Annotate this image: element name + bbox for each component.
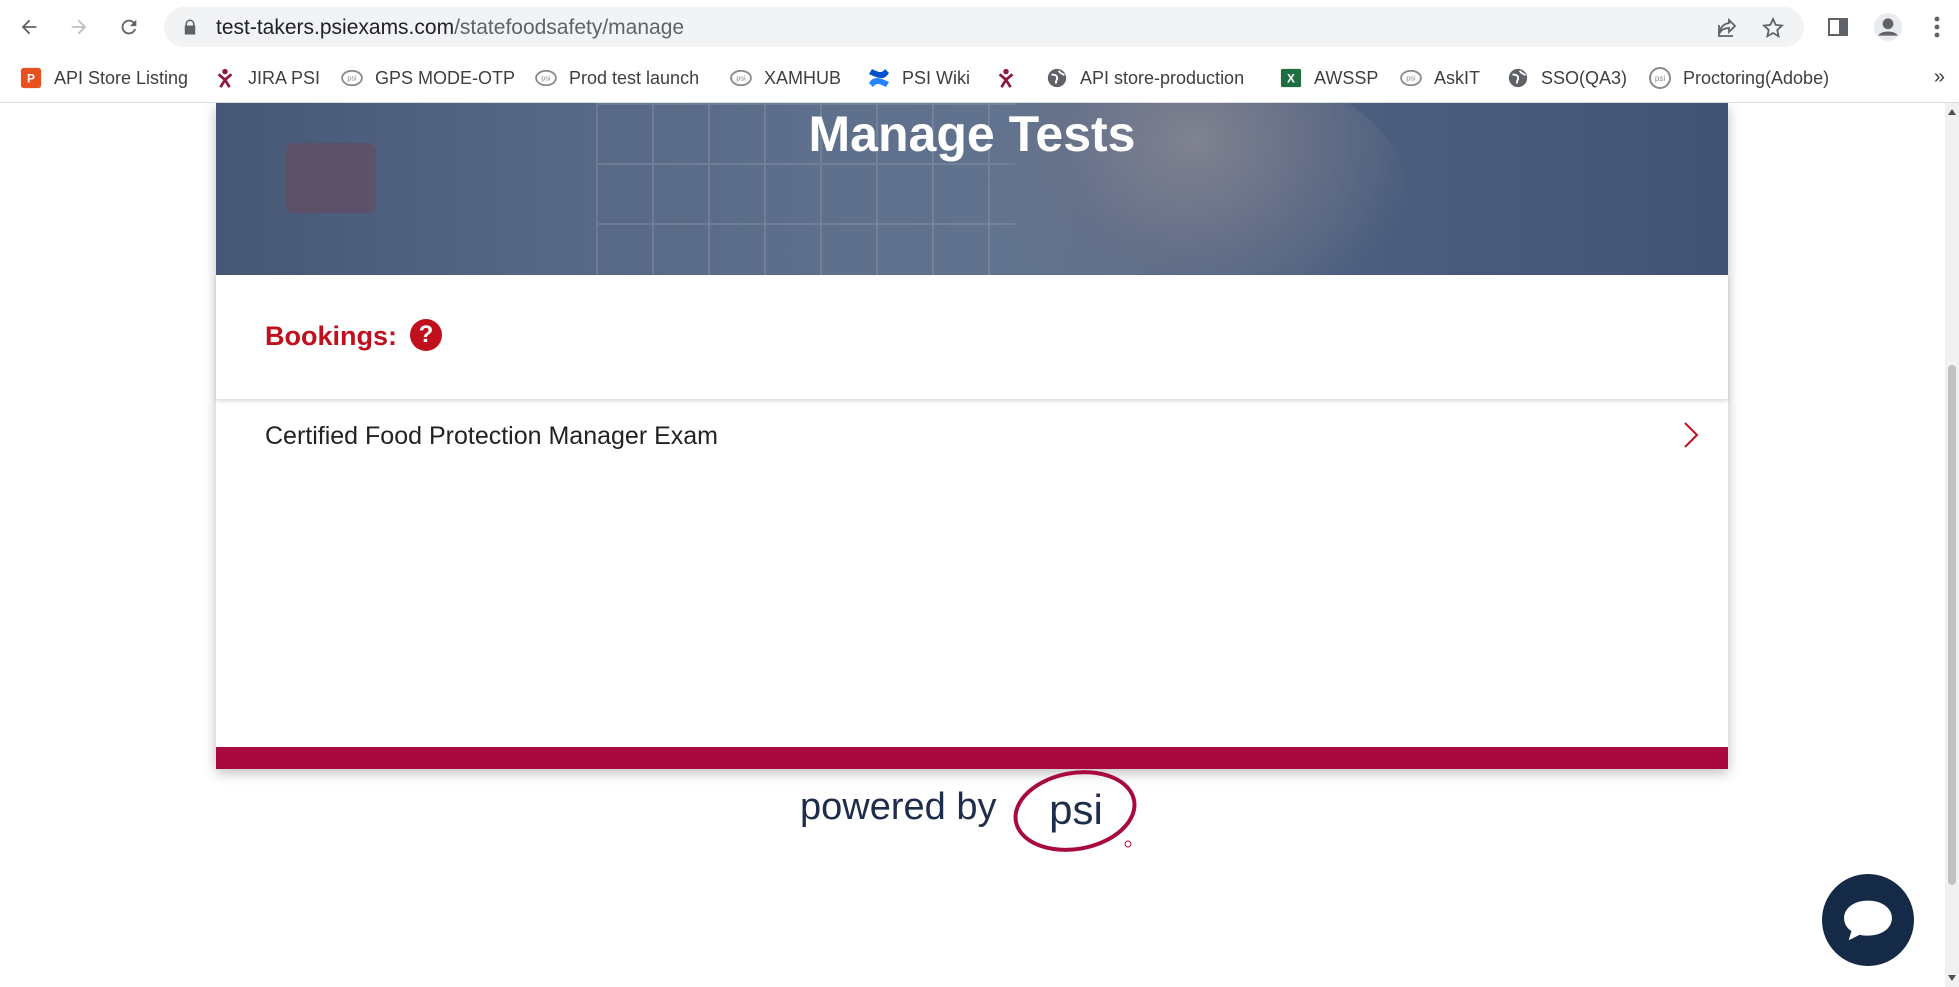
bookmark-label: SSO(QA3) [1541, 67, 1628, 88]
bookmark-label: AWSSP [1314, 67, 1379, 88]
bookings-label: Bookings: [265, 321, 397, 351]
browser-toolbar: test-takers.psiexams.com/statefoodsafety… [0, 0, 1959, 54]
bookmark-psi-wiki[interactable]: PSI Wiki [866, 64, 970, 92]
powered-by-text: powered by [800, 786, 997, 828]
excel-icon: X [1278, 65, 1304, 91]
page-scrollbar[interactable] [1945, 103, 1959, 987]
jira-icon [212, 65, 238, 91]
bookmark-jira-unlabeled[interactable] [993, 64, 1019, 92]
manage-tests-card: Manage Tests Bookings: ? Certified Food … [216, 103, 1728, 769]
globe-icon [1044, 65, 1070, 91]
bookmark-label: AskIT [1434, 67, 1481, 88]
powered-by-psi-logo: powered by psi [800, 762, 1140, 852]
side-panel-icon[interactable] [1823, 12, 1853, 42]
page-title: Manage Tests [808, 106, 1136, 162]
scroll-up-arrow-icon[interactable] [1948, 109, 1956, 115]
scroll-down-arrow-icon[interactable] [1948, 975, 1956, 981]
bookmark-label: PSI Wiki [902, 67, 971, 88]
jira-icon [993, 65, 1019, 91]
bookmark-api-store-listing[interactable]: P API Store Listing [18, 64, 188, 92]
url-host: test-takers.psiexams.com [216, 16, 455, 39]
back-arrow-icon[interactable] [14, 12, 44, 42]
globe-icon [1505, 65, 1531, 91]
bookmark-awssp[interactable]: X AWSSP [1278, 64, 1378, 92]
bookmark-jira-psi[interactable]: JIRA PSI [212, 64, 320, 92]
lock-icon[interactable] [181, 18, 199, 36]
svg-text:psi: psi [541, 74, 551, 83]
confluence-icon [866, 65, 892, 91]
bookmark-askit[interactable]: psi AskIT [1398, 64, 1480, 92]
address-bar[interactable]: test-takers.psiexams.com/statefoodsafety… [164, 7, 1804, 47]
bookmark-gps-mode-otp[interactable]: psi GPS MODE-OTP [339, 64, 515, 92]
bookings-header: Bookings: ? [216, 275, 1728, 399]
psi-logo-icon: psi [1013, 770, 1137, 852]
chevron-right-icon[interactable] [1680, 420, 1702, 450]
bookmark-label: API Store Listing [54, 67, 189, 88]
bookmark-label: XAMHUB [764, 67, 842, 88]
bookmarks-bar: P API Store Listing JIRA PSI psi GPS MOD… [0, 54, 1959, 103]
svg-text:psi: psi [347, 74, 357, 83]
psi-brand-text: psi [1049, 786, 1103, 833]
bookmark-star-icon[interactable] [1761, 16, 1785, 40]
share-icon[interactable] [1715, 16, 1739, 40]
bookmark-label: Proctoring(Adobe) [1683, 67, 1830, 88]
bookmark-prod-test-launch[interactable]: psi Prod test launch [533, 64, 699, 92]
chat-button[interactable] [1822, 874, 1914, 966]
api-store-icon: P [18, 65, 44, 91]
url-path: /statefoodsafety/manage [454, 16, 685, 39]
profile-avatar-icon[interactable] [1873, 12, 1903, 42]
psi-icon: psi [339, 65, 365, 91]
psi-icon: psi [728, 65, 754, 91]
svg-text:P: P [27, 72, 35, 86]
page-viewport: Manage Tests Bookings: ? Certified Food … [0, 103, 1945, 987]
bookmark-label: GPS MODE-OTP [375, 67, 516, 88]
bookmark-label: JIRA PSI [248, 67, 321, 88]
exam-list-item[interactable]: Certified Food Protection Manager Exam [216, 400, 1728, 472]
svg-text:X: X [1287, 72, 1295, 86]
hero-banner: Manage Tests [216, 103, 1728, 275]
svg-text:psi: psi [1655, 74, 1665, 83]
bookmark-xamhub[interactable]: psi XAMHUB [728, 64, 841, 92]
bookmark-sso-qa3[interactable]: SSO(QA3) [1505, 64, 1627, 92]
svg-text:psi: psi [1406, 74, 1416, 83]
bookmark-label: Prod test launch [569, 67, 700, 88]
bookmark-label: API store-production [1080, 67, 1245, 88]
forward-arrow-icon[interactable] [64, 12, 94, 42]
url-text[interactable]: test-takers.psiexams.com/statefoodsafety… [216, 16, 684, 40]
bookmark-api-store-production[interactable]: API store-production [1044, 64, 1244, 92]
svg-text:psi: psi [736, 74, 746, 83]
more-bookmarks-button[interactable]: » [1934, 66, 1945, 89]
scrollbar-thumb[interactable] [1948, 365, 1956, 885]
kebab-menu-icon[interactable] [1922, 12, 1952, 42]
reload-icon[interactable] [114, 12, 144, 42]
bookmark-proctoring-adobe[interactable]: psi Proctoring(Adobe) [1647, 64, 1829, 92]
help-icon[interactable]: ? [410, 319, 442, 351]
psi-icon: psi [533, 65, 559, 91]
exam-name: Certified Food Protection Manager Exam [265, 422, 718, 450]
chat-bubble-icon [1844, 900, 1892, 941]
psi-icon: psi [1647, 65, 1673, 91]
psi-icon: psi [1398, 65, 1424, 91]
